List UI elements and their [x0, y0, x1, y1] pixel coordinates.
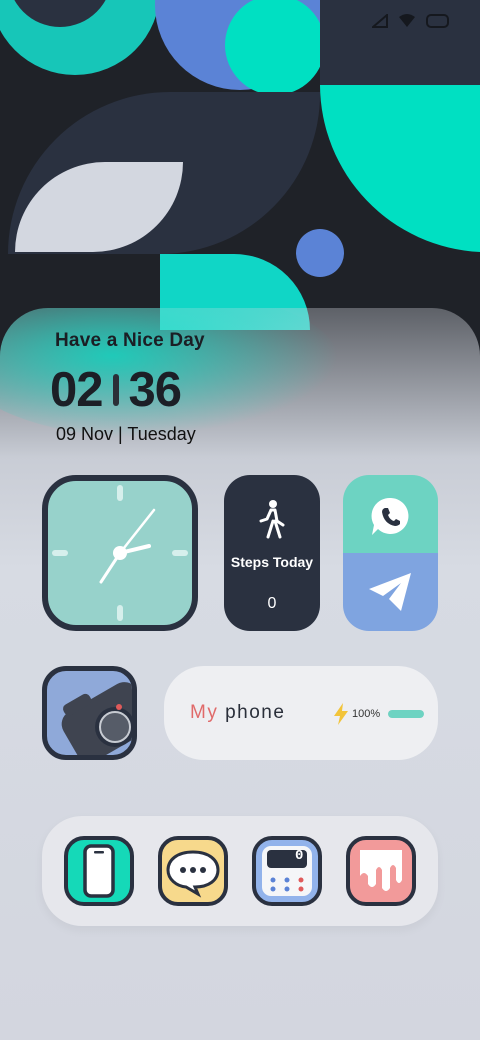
chat-bubble-icon [166, 850, 220, 898]
steps-label: Steps Today [230, 554, 314, 570]
steps-widget[interactable]: Steps Today 0 [224, 475, 320, 631]
lightning-icon [334, 703, 348, 725]
paper-plane-icon [369, 573, 411, 611]
analog-clock-icon [52, 485, 188, 621]
my-phone-title-prefix: My [190, 702, 219, 723]
date-text: 09 Nov | Tuesday [56, 424, 196, 444]
greeting-text: Have a Nice Day [55, 330, 205, 351]
battery-status: 100% [332, 702, 425, 726]
my-phone-title: My phone [190, 702, 285, 724]
phone-chat-icon [371, 497, 409, 535]
send-message-button[interactable] [343, 553, 438, 631]
smartphone-icon [83, 844, 115, 898]
clock-separator [112, 374, 119, 406]
status-bar [372, 14, 450, 28]
messages-app[interactable] [158, 836, 228, 906]
calculator-display-value: 0 [295, 848, 304, 864]
gallery-icon [360, 850, 402, 891]
my-phone-widget[interactable]: My phone 100% [164, 666, 438, 760]
wifi-icon [399, 14, 415, 27]
battery-bar-fill [388, 710, 425, 718]
calculator-app[interactable]: 0 [252, 836, 322, 906]
camera-icon [61, 682, 132, 755]
clock-hours: 02 [50, 363, 104, 417]
walking-person-icon [259, 500, 285, 539]
communication-widget [343, 475, 438, 631]
battery-percent: 100% [352, 708, 381, 720]
phone-app[interactable] [64, 836, 134, 906]
camera-widget[interactable] [42, 666, 137, 760]
my-phone-title-suffix: phone [225, 702, 286, 723]
clock-minutes: 36 [128, 363, 183, 417]
analog-clock-widget[interactable] [42, 475, 198, 631]
steps-value: 0 [267, 595, 277, 612]
phone-chat-button[interactable] [343, 475, 438, 553]
battery-bar [388, 710, 425, 718]
signal-icon [372, 14, 388, 28]
battery-icon [426, 14, 449, 28]
digital-clock[interactable]: 02 36 [50, 362, 183, 418]
gallery-app[interactable] [346, 836, 416, 906]
calculator-icon [262, 846, 312, 896]
